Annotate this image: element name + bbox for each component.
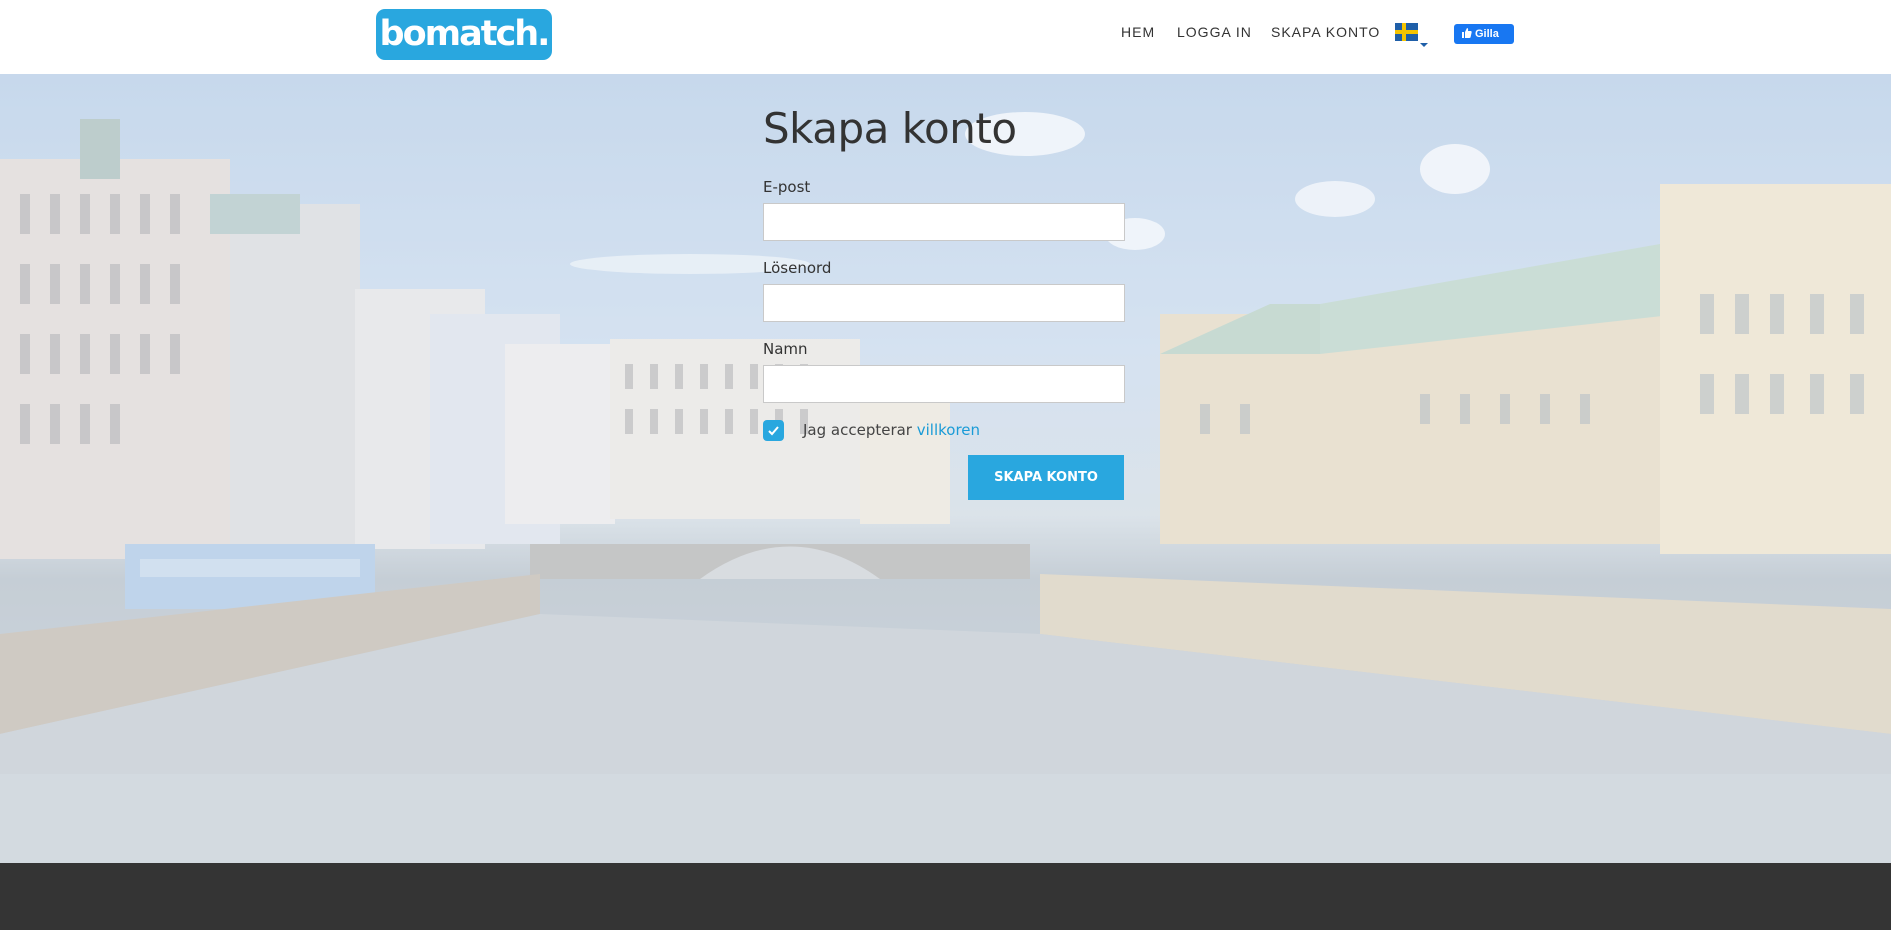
thumbs-up-icon: [1462, 28, 1472, 38]
page-footer: [0, 863, 1891, 930]
facebook-like-label: Gilla: [1475, 28, 1499, 40]
hero-light-overlay: [0, 74, 1891, 863]
nav-login-link[interactable]: LOGGA IN: [1177, 24, 1252, 40]
terms-agreement: Jag accepterar villkoren: [803, 421, 980, 439]
password-field[interactable]: [763, 284, 1125, 322]
password-label: Lösenord: [763, 259, 832, 277]
checkmark-icon: [768, 426, 779, 436]
top-navbar: bomatch. HEM LOGGA IN SKAPA KONTO Gilla: [0, 0, 1891, 74]
language-dropdown-caret-icon[interactable]: [1420, 43, 1428, 47]
create-account-button[interactable]: SKAPA KONTO: [968, 455, 1124, 500]
hero-background-image: [0, 74, 1891, 863]
terms-text: Jag accepterar: [803, 421, 917, 439]
sweden-flag-icon[interactable]: [1395, 23, 1418, 41]
terms-link[interactable]: villkoren: [917, 421, 980, 439]
name-label: Namn: [763, 340, 808, 358]
name-field[interactable]: [763, 365, 1125, 403]
bomatch-logo[interactable]: bomatch.: [376, 9, 552, 60]
nav-home-link[interactable]: HEM: [1121, 24, 1155, 40]
email-label: E-post: [763, 178, 811, 196]
email-field[interactable]: [763, 203, 1125, 241]
terms-checkbox[interactable]: [763, 420, 784, 441]
nav-create-account-link[interactable]: SKAPA KONTO: [1271, 24, 1380, 40]
facebook-like-button[interactable]: Gilla: [1454, 24, 1514, 44]
page-title: Skapa konto: [763, 104, 1017, 153]
